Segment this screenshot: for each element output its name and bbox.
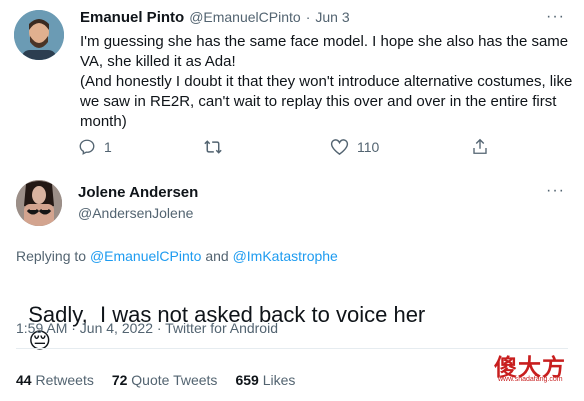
mention-imkatastrophe[interactable]: @ImKatastrophe xyxy=(233,248,338,264)
replying-to: Replying to @EmanuelCPinto and @ImKatast… xyxy=(16,248,338,264)
main-more-options-icon[interactable]: ··· xyxy=(546,182,565,200)
mention-emanuel[interactable]: @EmanuelCPinto xyxy=(90,248,202,264)
avatar-emanuel-image xyxy=(14,10,64,60)
tweet-timestamp[interactable]: 1:59 AM · Jun 4, 2022 · Twitter for Andr… xyxy=(16,320,278,336)
likes-stat[interactable]: 659 Likes xyxy=(235,372,295,388)
share-icon xyxy=(473,138,487,154)
replying-and: and xyxy=(205,248,229,264)
reply-tweet-header: Emanuel Pinto @EmanuelCPinto · Jun 3 xyxy=(80,9,350,26)
reply-count: 1 xyxy=(104,139,112,155)
more-options-icon[interactable]: ··· xyxy=(546,8,565,26)
main-tweet-text: Sadly, I was not asked back to voice her… xyxy=(16,276,425,354)
reply-icon xyxy=(79,139,95,155)
divider xyxy=(16,348,568,349)
like-button[interactable]: 110 xyxy=(330,138,379,156)
reply-text-line: I'm guessing she has the same face model… xyxy=(80,33,569,50)
retweet-icon xyxy=(204,140,222,154)
main-author-name[interactable]: Jolene Andersen xyxy=(78,184,198,201)
retweets-count: 44 xyxy=(16,372,32,388)
main-author-handle[interactable]: @AndersenJolene xyxy=(78,205,193,221)
avatar-jolene-image xyxy=(16,180,62,226)
quotes-count: 72 xyxy=(111,372,128,388)
retweet-button[interactable] xyxy=(203,138,231,156)
author-handle[interactable]: @EmanuelCPinto xyxy=(189,9,301,25)
likes-count: 659 xyxy=(235,372,259,388)
watermark-subtext: www.shadafang.com xyxy=(498,376,563,383)
reply-text-line: VA, she killed it as Ada! xyxy=(80,53,236,70)
avatar-jolene[interactable] xyxy=(16,180,62,226)
replying-prefix: Replying to xyxy=(16,248,87,264)
reply-text-line: we saw in RE2R, can't wait to replay thi… xyxy=(80,93,557,110)
likes-label: Likes xyxy=(262,372,296,388)
retweets-label: Retweets xyxy=(35,372,94,388)
like-count: 110 xyxy=(357,139,380,155)
retweets-stat[interactable]: 44 Retweets xyxy=(16,372,94,388)
tweet-date[interactable]: Jun 3 xyxy=(315,9,349,25)
quote-tweets-stat[interactable]: 72 Quote Tweets xyxy=(112,372,218,388)
quotes-label: Quote Tweets xyxy=(131,372,218,388)
reply-tweet-text: I'm guessing she has the same face model… xyxy=(80,32,580,132)
heart-icon xyxy=(330,139,349,156)
reply-button[interactable]: 1 xyxy=(78,138,112,156)
author-name[interactable]: Emanuel Pinto xyxy=(80,9,184,26)
reply-text-line: (And honestly I doubt it that they won't… xyxy=(80,73,573,90)
engagement-stats: 44 Retweets 72 Quote Tweets 659 Likes xyxy=(16,372,295,388)
reply-text-line: month) xyxy=(80,113,127,130)
avatar-emanuel[interactable] xyxy=(14,10,64,60)
share-button[interactable] xyxy=(471,137,489,156)
separator-dot: · xyxy=(305,9,311,25)
